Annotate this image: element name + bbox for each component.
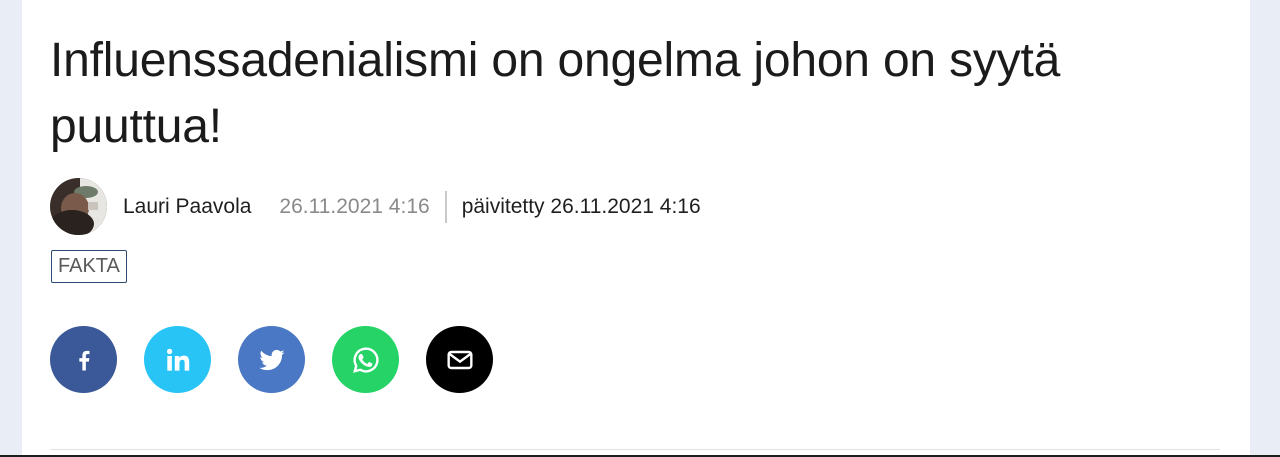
- article-title: Influenssadenialismi on ongelma johon on…: [50, 34, 1061, 153]
- whatsapp-share-button[interactable]: [332, 326, 399, 393]
- article-card: Influenssadenialismi on ongelma johon on…: [22, 0, 1250, 457]
- whatsapp-icon: [350, 344, 382, 376]
- share-buttons: [50, 326, 520, 393]
- twitter-icon: [257, 345, 287, 375]
- meta-separator: [444, 190, 447, 223]
- email-share-button[interactable]: [426, 326, 493, 393]
- linkedin-share-button[interactable]: [144, 326, 211, 393]
- content-divider: [50, 449, 1220, 450]
- facebook-share-button[interactable]: [50, 326, 117, 393]
- category-tag[interactable]: FAKTA: [51, 250, 127, 283]
- updated-date: päivitetty 26.11.2021 4:16: [461, 194, 701, 218]
- linkedin-icon: [162, 344, 194, 376]
- author-name[interactable]: Lauri Paavola: [123, 195, 251, 219]
- article-meta: Lauri Paavola 26.11.2021 4:16 päivitetty…: [50, 178, 701, 235]
- author-avatar[interactable]: [50, 178, 107, 235]
- facebook-icon: [70, 346, 98, 374]
- twitter-share-button[interactable]: [238, 326, 305, 393]
- envelope-icon: [444, 344, 476, 376]
- published-date: 26.11.2021 4:16: [279, 194, 430, 218]
